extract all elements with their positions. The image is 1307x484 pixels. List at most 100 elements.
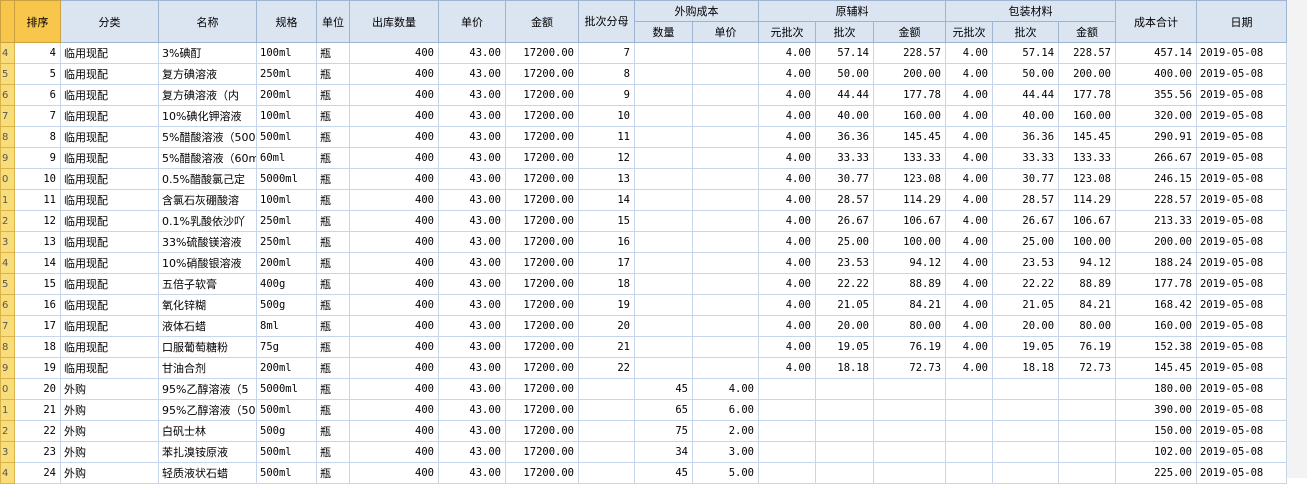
cell-date[interactable]: 2019-05-08 [1196, 441, 1288, 463]
cell-category[interactable]: 临用现配 [60, 105, 159, 127]
cell-category[interactable]: 临用现配 [60, 168, 159, 190]
cell-batch-split[interactable]: 21 [578, 336, 635, 358]
cell-date[interactable]: 2019-05-08 [1196, 252, 1288, 274]
cell-sort[interactable]: 20 [14, 378, 61, 400]
cell-name[interactable]: 氧化锌糊 [158, 294, 257, 316]
cell-name[interactable]: 5%醋酸溶液（60m [158, 147, 257, 169]
cell-outsource-price[interactable] [692, 336, 759, 358]
cell-raw-unit-batch[interactable]: 4.00 [758, 84, 816, 106]
cell-pack-amount[interactable]: 94.12 [1058, 252, 1117, 274]
cell-category[interactable]: 临用现配 [60, 147, 159, 169]
cell-pack-amount[interactable] [1058, 378, 1117, 400]
cell-category[interactable]: 外购 [60, 462, 159, 484]
cell-pack-batch[interactable]: 40.00 [992, 105, 1060, 127]
cell-category[interactable]: 临用现配 [60, 42, 159, 64]
cell-out-qty[interactable]: 400 [349, 357, 439, 379]
cell-pack-amount[interactable]: 80.00 [1058, 315, 1117, 337]
cell-raw-batch[interactable]: 44.44 [815, 84, 874, 106]
header-out-qty[interactable]: 出库数量 [349, 0, 439, 43]
cell-batch-split[interactable]: 7 [578, 42, 635, 64]
cell-name[interactable]: 0.1%乳酸依沙吖 [158, 210, 257, 232]
cell-pack-batch[interactable] [992, 399, 1060, 421]
cell-raw-amount[interactable]: 160.00 [872, 105, 947, 127]
header-outsource-qty[interactable]: 数量 [634, 21, 693, 43]
cell-name[interactable]: 白矾士林 [158, 420, 257, 442]
cell-sort[interactable]: 8 [14, 126, 61, 148]
cell-pack-amount[interactable]: 228.57 [1058, 42, 1117, 64]
cell-pack-unit-batch[interactable]: 4.00 [945, 252, 994, 274]
cell-raw-batch[interactable]: 19.05 [815, 336, 874, 358]
cell-out-qty[interactable]: 400 [349, 252, 439, 274]
cell-raw-batch[interactable]: 33.33 [815, 147, 874, 169]
cell-pack-amount[interactable]: 200.00 [1058, 63, 1117, 85]
cell-pack-batch[interactable]: 36.36 [992, 126, 1060, 148]
cell-spec[interactable]: 400g [256, 273, 317, 295]
cell-raw-unit-batch[interactable]: 4.00 [758, 189, 816, 211]
cell-out-qty[interactable]: 400 [349, 294, 439, 316]
cell-pack-unit-batch[interactable]: 4.00 [945, 210, 994, 232]
cell-out-qty[interactable]: 400 [349, 441, 439, 463]
cell-price[interactable]: 43.00 [438, 315, 506, 337]
cell-total-cost[interactable]: 320.00 [1115, 105, 1198, 127]
cell-price[interactable]: 43.00 [438, 189, 506, 211]
cell-raw-unit-batch[interactable] [758, 462, 816, 484]
cell-out-qty[interactable]: 400 [349, 315, 439, 337]
cell-spec[interactable]: 500ml [256, 399, 317, 421]
row-header[interactable]: 1 [0, 399, 15, 421]
cell-amount[interactable]: 17200.00 [505, 231, 579, 253]
cell-category[interactable]: 外购 [60, 399, 159, 421]
cell-amount[interactable]: 17200.00 [505, 84, 579, 106]
cell-raw-batch[interactable]: 50.00 [815, 63, 874, 85]
cell-sort[interactable]: 5 [14, 63, 61, 85]
cell-name[interactable]: 五倍子软膏 [158, 273, 257, 295]
cell-price[interactable]: 43.00 [438, 357, 506, 379]
cell-outsource-price[interactable] [692, 105, 759, 127]
cell-price[interactable]: 43.00 [438, 273, 506, 295]
cell-pack-unit-batch[interactable]: 4.00 [945, 294, 994, 316]
cell-unit[interactable]: 瓶 [316, 84, 350, 106]
cell-amount[interactable]: 17200.00 [505, 63, 579, 85]
cell-raw-batch[interactable]: 22.22 [815, 273, 874, 295]
cell-total-cost[interactable]: 355.56 [1115, 84, 1198, 106]
cell-outsource-qty[interactable] [634, 315, 693, 337]
cell-batch-split[interactable]: 14 [578, 189, 635, 211]
cell-raw-unit-batch[interactable]: 4.00 [758, 147, 816, 169]
cell-date[interactable]: 2019-05-08 [1196, 231, 1288, 253]
cell-raw-unit-batch[interactable] [758, 399, 816, 421]
header-price[interactable]: 单价 [438, 0, 506, 43]
cell-category[interactable]: 临用现配 [60, 231, 159, 253]
cell-outsource-price[interactable] [692, 63, 759, 85]
cell-outsource-qty[interactable] [634, 63, 693, 85]
cell-amount[interactable]: 17200.00 [505, 273, 579, 295]
cell-outsource-qty[interactable] [634, 189, 693, 211]
cell-raw-batch[interactable]: 36.36 [815, 126, 874, 148]
cell-outsource-qty[interactable] [634, 147, 693, 169]
cell-out-qty[interactable]: 400 [349, 84, 439, 106]
cell-outsource-price[interactable] [692, 315, 759, 337]
cell-out-qty[interactable]: 400 [349, 189, 439, 211]
header-batch-split[interactable]: 批次分母 [578, 0, 635, 43]
cell-unit[interactable]: 瓶 [316, 336, 350, 358]
cell-category[interactable]: 外购 [60, 420, 159, 442]
cell-out-qty[interactable]: 400 [349, 231, 439, 253]
cell-name[interactable]: 95%乙醇溶液（5 [158, 378, 257, 400]
cell-out-qty[interactable]: 400 [349, 336, 439, 358]
cell-price[interactable]: 43.00 [438, 42, 506, 64]
cell-price[interactable]: 43.00 [438, 294, 506, 316]
row-header[interactable]: 4 [0, 462, 15, 484]
cell-date[interactable]: 2019-05-08 [1196, 357, 1288, 379]
cell-spec[interactable]: 200ml [256, 357, 317, 379]
cell-total-cost[interactable]: 290.91 [1115, 126, 1198, 148]
cell-total-cost[interactable]: 457.14 [1115, 42, 1198, 64]
cell-raw-unit-batch[interactable]: 4.00 [758, 126, 816, 148]
cell-pack-batch[interactable] [992, 462, 1060, 484]
cell-pack-batch[interactable]: 25.00 [992, 231, 1060, 253]
cell-raw-batch[interactable]: 20.00 [815, 315, 874, 337]
cell-amount[interactable]: 17200.00 [505, 294, 579, 316]
cell-sort[interactable]: 19 [14, 357, 61, 379]
cell-outsource-qty[interactable] [634, 105, 693, 127]
cell-amount[interactable]: 17200.00 [505, 378, 579, 400]
cell-date[interactable]: 2019-05-08 [1196, 63, 1288, 85]
row-header[interactable]: 9 [0, 357, 15, 379]
cell-raw-batch[interactable]: 18.18 [815, 357, 874, 379]
